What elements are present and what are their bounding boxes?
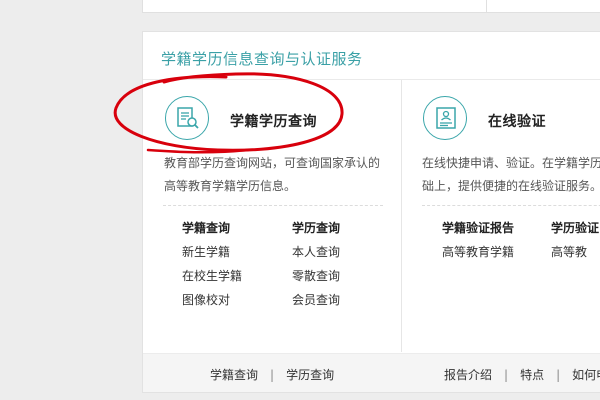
description-line: 高等教育学籍学历信息。 — [164, 179, 297, 193]
description-line: 在线快捷申请、验证。在学籍学历 — [422, 156, 600, 170]
link-column-xueji: 学籍查询 新生学籍 在校生学籍 图像校对 — [182, 220, 282, 316]
certificate-icon[interactable] — [423, 96, 467, 140]
top-panel-divider — [486, 0, 487, 12]
footer-separator: | — [504, 368, 509, 382]
link-column-heading[interactable]: 学籍验证报告 — [442, 220, 542, 244]
service-name-online-verify[interactable]: 在线验证 — [488, 111, 546, 131]
footer-links-left: 学籍查询 | 学历查询 — [210, 366, 334, 383]
link-column-xueli: 学历查询 本人查询 零散查询 会员查询 — [292, 220, 392, 316]
dashed-divider — [163, 205, 383, 206]
certificate-icon-glyph — [436, 107, 456, 129]
footer-links-right: 报告介绍 | 特点 | 如何申 — [444, 366, 600, 383]
link-column-xueli-verify: 学历验证 高等教 — [551, 220, 600, 268]
link-lingsan-chaxun[interactable]: 零散查询 — [292, 268, 392, 292]
panel-title: 学籍学历信息查询与认证服务 — [161, 50, 363, 68]
link-gaodeng-xueji[interactable]: 高等教育学籍 — [442, 244, 542, 268]
service-description: 在线快捷申请、验证。在学籍学历 础上，提供便捷的在线验证服务。 — [422, 152, 600, 198]
link-benren-chaxun[interactable]: 本人查询 — [292, 244, 392, 268]
description-line: 础上，提供便捷的在线验证服务。 — [422, 179, 600, 193]
footer-separator: | — [556, 368, 561, 382]
red-annotation-circle — [113, 72, 344, 154]
link-column-heading[interactable]: 学历验证 — [551, 220, 600, 244]
link-column-xueji-report: 学籍验证报告 高等教育学籍 — [442, 220, 542, 268]
footer-separator: | — [270, 368, 275, 382]
link-column-heading[interactable]: 学历查询 — [292, 220, 392, 244]
footer-link-report-intro[interactable]: 报告介绍 — [444, 368, 492, 382]
link-xinsheng-xueji[interactable]: 新生学籍 — [182, 244, 282, 268]
link-column-heading[interactable]: 学籍查询 — [182, 220, 282, 244]
link-zaixiaosheng-xueji[interactable]: 在校生学籍 — [182, 268, 282, 292]
link-huiyuan-chaxun[interactable]: 会员查询 — [292, 292, 392, 316]
link-tuxiang-jiaodui[interactable]: 图像校对 — [182, 292, 282, 316]
footer-link-features[interactable]: 特点 — [520, 368, 544, 382]
footer-link-how-to-apply[interactable]: 如何申 — [572, 368, 600, 382]
footer-link-xueji[interactable]: 学籍查询 — [210, 368, 258, 382]
panel-footer: 学籍查询 | 学历查询 报告介绍 | 特点 | 如何申 — [143, 353, 600, 392]
link-gaodeng-xueli[interactable]: 高等教 — [551, 244, 600, 268]
dashed-divider — [422, 205, 600, 206]
footer-link-xueli[interactable]: 学历查询 — [286, 368, 334, 382]
service-card-online-verify: 在线验证 在线快捷申请、验证。在学籍学历 础上，提供便捷的在线验证服务。 学籍验… — [402, 80, 600, 352]
top-panel-edge — [142, 0, 600, 13]
